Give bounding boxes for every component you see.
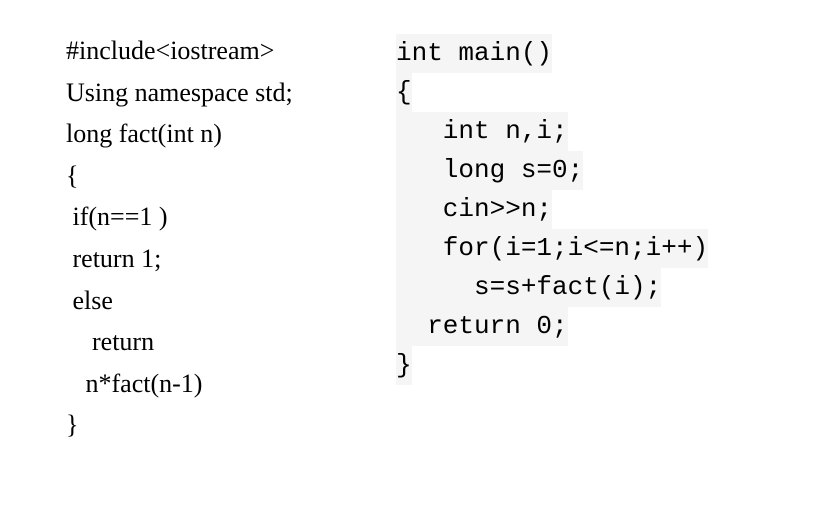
code-line: } <box>66 404 346 446</box>
code-line: #include<iostream> <box>66 30 346 72</box>
code-line: long fact(int n) <box>66 113 346 155</box>
code-line: for(i=1;i<=n;i++) <box>396 229 796 268</box>
code-line: if(n==1 ) <box>66 196 346 238</box>
code-line: int n,i; <box>396 112 796 151</box>
code-line: cin>>n; <box>396 190 796 229</box>
code-line: return 0; <box>396 307 796 346</box>
code-line: n*fact(n-1) <box>66 363 346 405</box>
code-line: } <box>396 346 796 385</box>
code-line: long s=0; <box>396 151 796 190</box>
code-line: { <box>396 73 796 112</box>
code-line: { <box>66 155 346 197</box>
code-line: return 1; <box>66 238 346 280</box>
code-line: Using namespace std; <box>66 72 346 114</box>
right-code-column: int main() { int n,i; long s=0; cin>>n; … <box>396 30 796 446</box>
code-line: return <box>66 321 346 363</box>
code-line: else <box>66 280 346 322</box>
code-line: s=s+fact(i); <box>396 268 796 307</box>
left-code-column: #include<iostream> Using namespace std; … <box>66 30 346 446</box>
code-line: int main() <box>396 34 796 73</box>
code-container: #include<iostream> Using namespace std; … <box>0 0 821 446</box>
